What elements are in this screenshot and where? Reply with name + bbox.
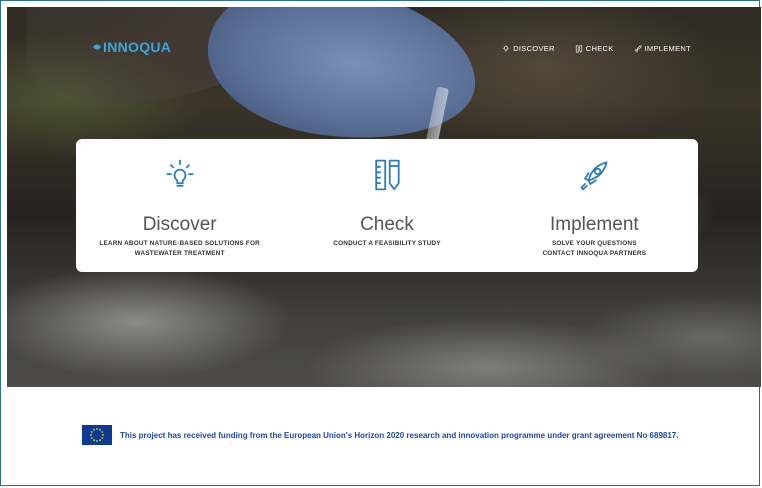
nav-implement[interactable]: IMPLEMENT [634, 44, 691, 53]
discover-column[interactable]: Discover LEARN ABOUT NATURE-BASED SOLUTI… [76, 139, 283, 272]
rocket-icon [580, 161, 608, 191]
nav-implement-label: IMPLEMENT [644, 44, 691, 53]
implement-subtitle-line-1: SOLVE YOUR QUESTIONS [551, 240, 637, 247]
brand-logo[interactable]: INNOQUA [92, 39, 171, 55]
funding-text: This project has received funding from t… [120, 430, 679, 440]
discover-subtitle-line-2: WASTEWATER TREATMENT [134, 250, 225, 257]
hero-glove-image [197, 7, 487, 156]
logo-drop-icon [93, 44, 101, 50]
discover-subtitle-line-1: LEARN ABOUT NATURE-BASED SOLUTIONS FOR [99, 240, 260, 247]
lightbulb-icon [502, 44, 510, 51]
implement-column[interactable]: Implement SOLVE YOUR QUESTIONS CONTACT I… [491, 139, 698, 272]
top-nav: DISCOVER CHECK IMPLEMENT [502, 44, 691, 53]
implement-subtitle: SOLVE YOUR QUESTIONS CONTACT INNOQUA PAR… [542, 239, 646, 259]
nav-discover-label: DISCOVER [513, 44, 555, 53]
discover-subtitle: LEARN ABOUT NATURE-BASED SOLUTIONS FOR W… [99, 239, 260, 259]
check-subtitle: CONDUCT A FEASIBILITY STUDY [333, 239, 440, 249]
check-title: Check [360, 214, 414, 235]
ruler-pencil-icon [375, 159, 400, 191]
nav-check-label: CHECK [585, 44, 614, 53]
test-tubes-icon [575, 44, 582, 53]
nav-discover[interactable]: DISCOVER [502, 44, 555, 53]
nav-check[interactable]: CHECK [575, 44, 614, 53]
check-subtitle-line-1: CONDUCT A FEASIBILITY STUDY [333, 240, 441, 247]
actions-card: Discover LEARN ABOUT NATURE-BASED SOLUTI… [76, 139, 698, 272]
lightbulb-icon [166, 159, 194, 187]
discover-title: Discover [142, 214, 217, 235]
check-column[interactable]: Check CONDUCT A FEASIBILITY STUDY [283, 139, 490, 272]
eu-stars-icon [90, 428, 104, 442]
rocket-icon [634, 44, 642, 52]
implement-title: Implement [549, 214, 639, 235]
implement-subtitle-line-2: CONTACT INNOQUA PARTNERS [542, 250, 647, 257]
brand-name: INNOQUA [103, 39, 172, 55]
eu-flag-icon [82, 425, 112, 445]
funding-footer: This project has received funding from t… [82, 425, 678, 445]
